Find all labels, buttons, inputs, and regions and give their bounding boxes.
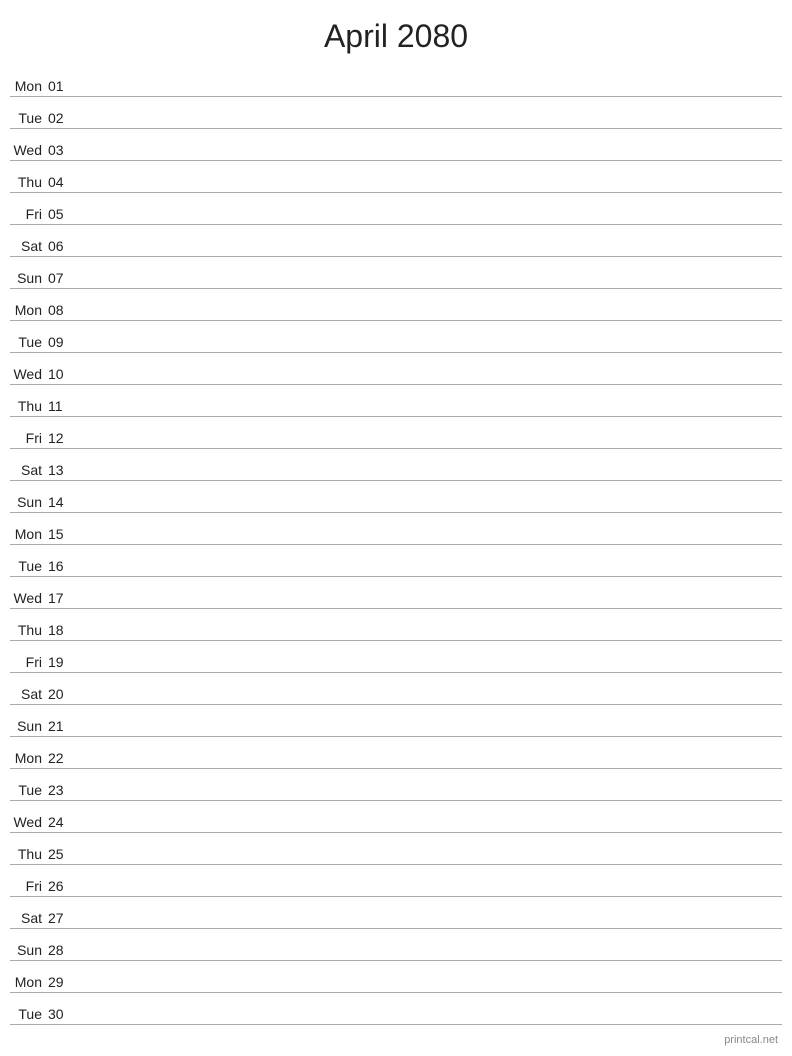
day-name: Thu xyxy=(10,398,48,414)
day-number: 12 xyxy=(48,430,76,446)
day-row: Wed03 xyxy=(10,129,782,161)
day-number: 21 xyxy=(48,718,76,734)
day-name: Fri xyxy=(10,206,48,222)
day-name: Wed xyxy=(10,366,48,382)
day-name: Wed xyxy=(10,142,48,158)
day-row: Thu04 xyxy=(10,161,782,193)
day-number: 17 xyxy=(48,590,76,606)
day-row: Fri19 xyxy=(10,641,782,673)
day-number: 02 xyxy=(48,110,76,126)
day-number: 08 xyxy=(48,302,76,318)
day-row: Mon22 xyxy=(10,737,782,769)
day-name: Fri xyxy=(10,878,48,894)
day-row: Wed10 xyxy=(10,353,782,385)
day-row: Sun14 xyxy=(10,481,782,513)
day-name: Sun xyxy=(10,718,48,734)
day-name: Mon xyxy=(10,526,48,542)
day-row: Sat27 xyxy=(10,897,782,929)
day-number: 10 xyxy=(48,366,76,382)
day-name: Fri xyxy=(10,430,48,446)
day-row: Sat06 xyxy=(10,225,782,257)
day-name: Thu xyxy=(10,174,48,190)
day-row: Tue09 xyxy=(10,321,782,353)
day-number: 07 xyxy=(48,270,76,286)
day-number: 23 xyxy=(48,782,76,798)
day-number: 20 xyxy=(48,686,76,702)
day-number: 13 xyxy=(48,462,76,478)
day-row: Sun21 xyxy=(10,705,782,737)
day-number: 29 xyxy=(48,974,76,990)
day-number: 27 xyxy=(48,910,76,926)
day-row: Fri26 xyxy=(10,865,782,897)
day-number: 06 xyxy=(48,238,76,254)
day-row: Fri12 xyxy=(10,417,782,449)
day-row: Wed17 xyxy=(10,577,782,609)
day-number: 25 xyxy=(48,846,76,862)
day-number: 26 xyxy=(48,878,76,894)
day-name: Sat xyxy=(10,910,48,926)
day-row: Sun28 xyxy=(10,929,782,961)
day-number: 30 xyxy=(48,1006,76,1022)
day-name: Tue xyxy=(10,334,48,350)
day-row: Tue02 xyxy=(10,97,782,129)
day-name: Fri xyxy=(10,654,48,670)
day-number: 11 xyxy=(48,398,76,414)
day-row: Mon29 xyxy=(10,961,782,993)
day-name: Mon xyxy=(10,750,48,766)
day-number: 09 xyxy=(48,334,76,350)
page-title: April 2080 xyxy=(0,0,792,65)
day-number: 03 xyxy=(48,142,76,158)
day-row: Fri05 xyxy=(10,193,782,225)
day-row: Tue23 xyxy=(10,769,782,801)
day-name: Tue xyxy=(10,1006,48,1022)
day-name: Tue xyxy=(10,110,48,126)
day-row: Tue30 xyxy=(10,993,782,1025)
day-number: 05 xyxy=(48,206,76,222)
day-name: Thu xyxy=(10,846,48,862)
day-row: Tue16 xyxy=(10,545,782,577)
day-number: 04 xyxy=(48,174,76,190)
footer-text: printcal.net xyxy=(724,1034,778,1046)
day-name: Tue xyxy=(10,558,48,574)
day-name: Wed xyxy=(10,590,48,606)
day-name: Wed xyxy=(10,814,48,830)
day-name: Mon xyxy=(10,78,48,94)
day-row: Thu18 xyxy=(10,609,782,641)
day-row: Sat20 xyxy=(10,673,782,705)
day-row: Sun07 xyxy=(10,257,782,289)
day-number: 19 xyxy=(48,654,76,670)
day-row: Thu25 xyxy=(10,833,782,865)
day-number: 22 xyxy=(48,750,76,766)
day-row: Thu11 xyxy=(10,385,782,417)
day-number: 14 xyxy=(48,494,76,510)
day-row: Wed24 xyxy=(10,801,782,833)
day-name: Sat xyxy=(10,238,48,254)
day-number: 15 xyxy=(48,526,76,542)
day-name: Sun xyxy=(10,270,48,286)
day-name: Thu xyxy=(10,622,48,638)
day-name: Sun xyxy=(10,942,48,958)
day-name: Sat xyxy=(10,686,48,702)
day-row: Mon01 xyxy=(10,65,782,97)
day-number: 16 xyxy=(48,558,76,574)
day-name: Mon xyxy=(10,302,48,318)
day-number: 24 xyxy=(48,814,76,830)
day-number: 28 xyxy=(48,942,76,958)
day-name: Tue xyxy=(10,782,48,798)
day-number: 01 xyxy=(48,78,76,94)
day-name: Sat xyxy=(10,462,48,478)
day-row: Mon15 xyxy=(10,513,782,545)
calendar-container: Mon01Tue02Wed03Thu04Fri05Sat06Sun07Mon08… xyxy=(0,65,792,1025)
day-name: Sun xyxy=(10,494,48,510)
day-name: Mon xyxy=(10,974,48,990)
day-number: 18 xyxy=(48,622,76,638)
day-row: Sat13 xyxy=(10,449,782,481)
day-row: Mon08 xyxy=(10,289,782,321)
